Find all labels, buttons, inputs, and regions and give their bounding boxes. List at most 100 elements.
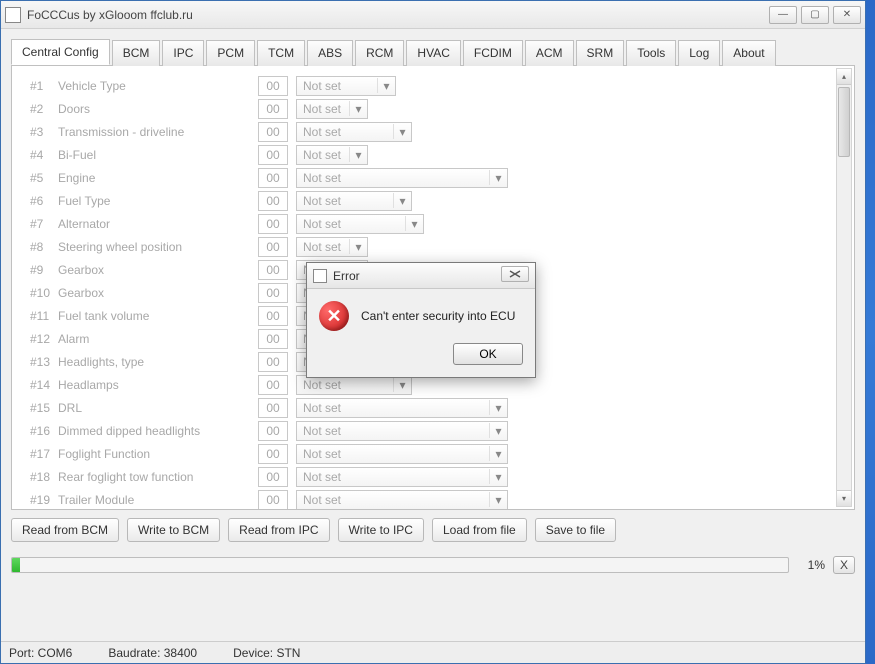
dropdown-value: Not set — [297, 424, 489, 438]
value-dropdown[interactable]: Not set▾ — [296, 191, 412, 211]
close-button[interactable]: ✕ — [833, 6, 861, 24]
chevron-down-icon: ▾ — [405, 216, 423, 231]
hex-input[interactable] — [258, 352, 288, 372]
tab-srm[interactable]: SRM — [576, 40, 625, 66]
row-label: Dimmed dipped headlights — [58, 424, 258, 438]
value-dropdown[interactable]: Not set▾ — [296, 145, 368, 165]
minimize-button[interactable]: — — [769, 6, 797, 24]
chevron-down-icon: ▾ — [489, 170, 507, 185]
scroll-down-arrow[interactable]: ▾ — [837, 490, 851, 506]
row-index: #19 — [20, 493, 58, 507]
status-bar: Port: COM6 Baudrate: 38400 Device: STN — [1, 641, 865, 663]
hex-input[interactable] — [258, 306, 288, 326]
vertical-scrollbar[interactable]: ▴ ▾ — [836, 68, 852, 507]
chevron-down-icon: ▾ — [489, 446, 507, 461]
value-dropdown[interactable]: Not set▾ — [296, 99, 368, 119]
scroll-thumb[interactable] — [838, 87, 850, 157]
tab-ipc[interactable]: IPC — [162, 40, 204, 66]
row-label: Gearbox — [58, 286, 258, 300]
hex-input[interactable] — [258, 283, 288, 303]
tab-central-config[interactable]: Central Config — [11, 39, 110, 65]
hex-input[interactable] — [258, 329, 288, 349]
hex-input[interactable] — [258, 122, 288, 142]
hex-input[interactable] — [258, 398, 288, 418]
hex-input[interactable] — [258, 214, 288, 234]
tab-pcm[interactable]: PCM — [206, 40, 255, 66]
save-to-file-button[interactable]: Save to file — [535, 518, 616, 542]
dropdown-value: Not set — [297, 194, 393, 208]
hex-input[interactable] — [258, 490, 288, 510]
maximize-button[interactable]: ▢ — [801, 6, 829, 24]
tab-strip: Central ConfigBCMIPCPCMTCMABSRCMHVACFCDI… — [11, 39, 855, 66]
tab-rcm[interactable]: RCM — [355, 40, 404, 66]
hex-input[interactable] — [258, 99, 288, 119]
hex-input[interactable] — [258, 260, 288, 280]
row-label: Transmission - driveline — [58, 125, 258, 139]
dialog-body: ✕ Can't enter security into ECU — [307, 289, 535, 337]
value-dropdown[interactable]: Not set▾ — [296, 168, 508, 188]
config-row: #15DRLNot set▾ — [20, 396, 838, 419]
row-index: #8 — [20, 240, 58, 254]
tab-log[interactable]: Log — [678, 40, 720, 66]
status-device: Device: STN — [233, 646, 300, 660]
tab-hvac[interactable]: HVAC — [406, 40, 460, 66]
value-dropdown[interactable]: Not set▾ — [296, 398, 508, 418]
tab-fcdim[interactable]: FCDIM — [463, 40, 523, 66]
chevron-down-icon: ▾ — [489, 400, 507, 415]
row-index: #10 — [20, 286, 58, 300]
value-dropdown[interactable]: Not set▾ — [296, 122, 412, 142]
write-to-ipc-button[interactable]: Write to IPC — [338, 518, 424, 542]
value-dropdown[interactable]: Not set▾ — [296, 76, 396, 96]
tab-acm[interactable]: ACM — [525, 40, 574, 66]
load-from-file-button[interactable]: Load from file — [432, 518, 527, 542]
tab-about[interactable]: About — [722, 40, 775, 66]
dropdown-value: Not set — [297, 493, 489, 507]
chevron-down-icon: ▾ — [489, 423, 507, 438]
dialog-footer: OK — [307, 337, 535, 377]
row-index: #2 — [20, 102, 58, 116]
hex-input[interactable] — [258, 168, 288, 188]
hex-input[interactable] — [258, 191, 288, 211]
hex-input[interactable] — [258, 421, 288, 441]
row-label: Fuel tank volume — [58, 309, 258, 323]
tab-tools[interactable]: Tools — [626, 40, 676, 66]
row-label: Steering wheel position — [58, 240, 258, 254]
row-index: #16 — [20, 424, 58, 438]
hex-input[interactable] — [258, 237, 288, 257]
read-from-bcm-button[interactable]: Read from BCM — [11, 518, 119, 542]
progress-fill — [12, 558, 20, 572]
config-row: #17Foglight FunctionNot set▾ — [20, 442, 838, 465]
value-dropdown[interactable]: Not set▾ — [296, 467, 508, 487]
status-baudrate: Baudrate: 38400 — [108, 646, 197, 660]
hex-input[interactable] — [258, 444, 288, 464]
value-dropdown[interactable]: Not set▾ — [296, 421, 508, 441]
row-label: Headlights, type — [58, 355, 258, 369]
value-dropdown[interactable]: Not set▾ — [296, 444, 508, 464]
read-from-ipc-button[interactable]: Read from IPC — [228, 518, 329, 542]
hex-input[interactable] — [258, 375, 288, 395]
chevron-down-icon: ▾ — [393, 193, 411, 208]
dropdown-value: Not set — [297, 79, 377, 93]
value-dropdown[interactable]: Not set▾ — [296, 214, 424, 234]
hex-input[interactable] — [258, 467, 288, 487]
tab-abs[interactable]: ABS — [307, 40, 353, 66]
row-label: Vehicle Type — [58, 79, 258, 93]
row-label: Foglight Function — [58, 447, 258, 461]
error-icon: ✕ — [319, 301, 349, 331]
dialog-title-text: Error — [333, 269, 501, 283]
dialog-ok-button[interactable]: OK — [453, 343, 523, 365]
write-to-bcm-button[interactable]: Write to BCM — [127, 518, 220, 542]
value-dropdown[interactable]: Not set▾ — [296, 237, 368, 257]
dropdown-value: Not set — [297, 125, 393, 139]
value-dropdown[interactable]: Not set▾ — [296, 490, 508, 510]
tab-tcm[interactable]: TCM — [257, 40, 305, 66]
cancel-progress-button[interactable]: X — [833, 556, 855, 574]
error-dialog: Error ✕ Can't enter security into ECU OK — [306, 262, 536, 378]
scroll-up-arrow[interactable]: ▴ — [837, 69, 851, 85]
tab-bcm[interactable]: BCM — [112, 40, 161, 66]
progress-bar — [11, 557, 789, 573]
titlebar: FoCCCus by xGlooom ffclub.ru — ▢ ✕ — [1, 1, 865, 29]
hex-input[interactable] — [258, 145, 288, 165]
dialog-close-button[interactable] — [501, 266, 529, 282]
hex-input[interactable] — [258, 76, 288, 96]
